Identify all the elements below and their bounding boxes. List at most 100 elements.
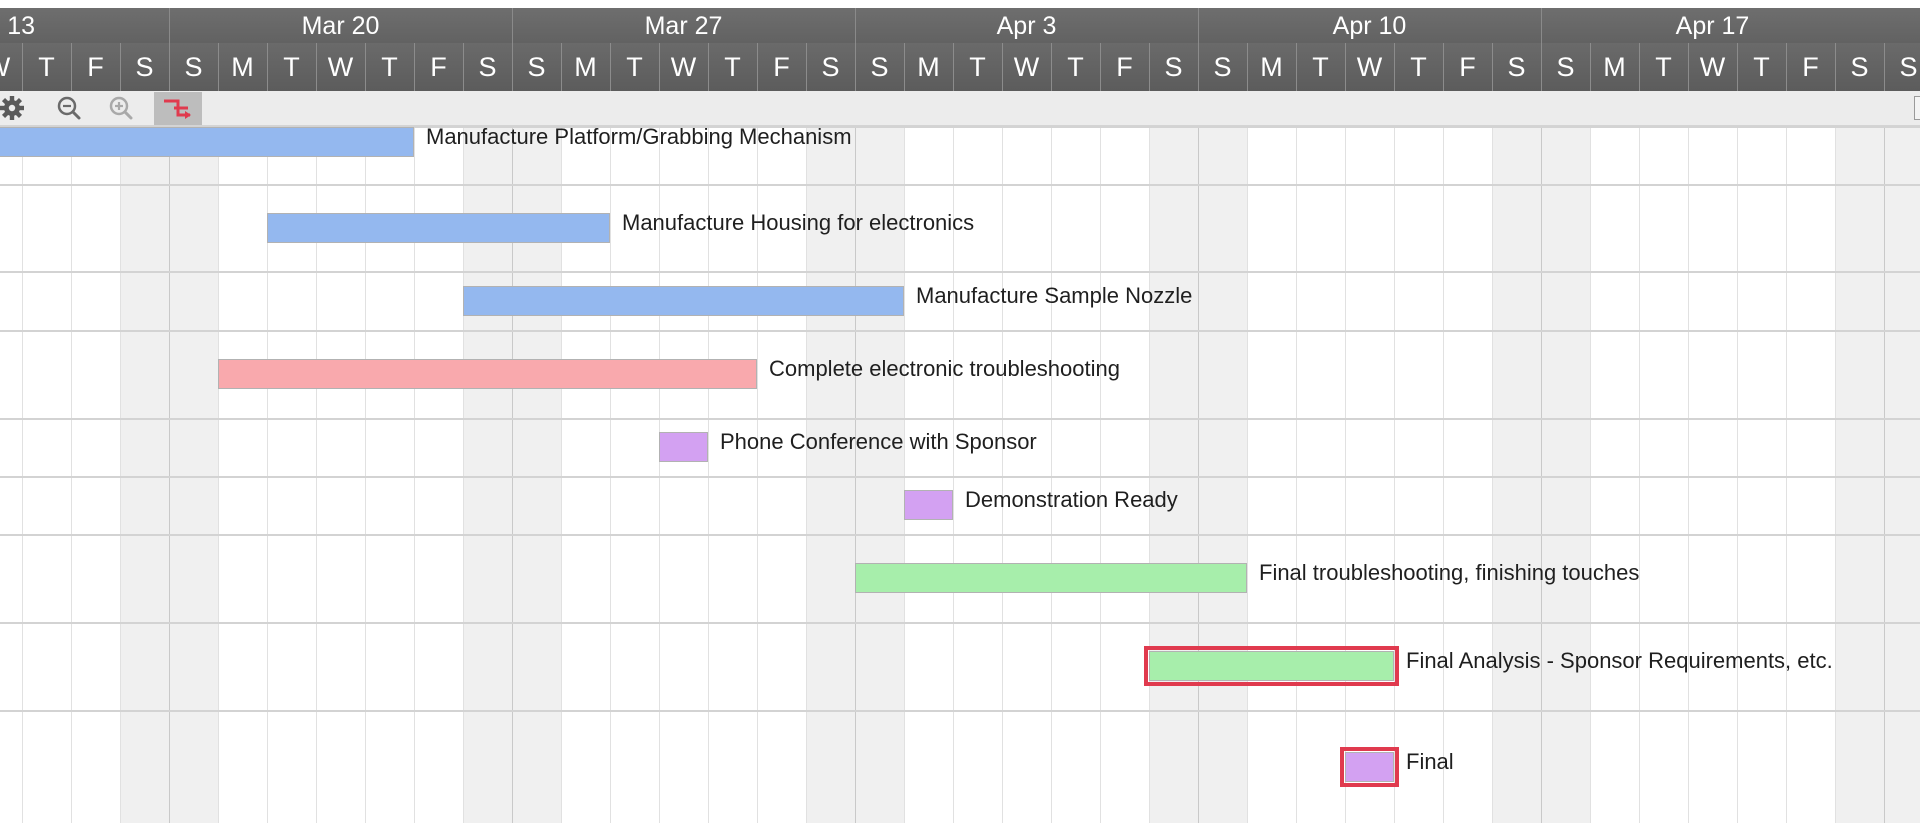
- milestone-bar[interactable]: [904, 490, 953, 520]
- day-label: T: [38, 52, 55, 82]
- week-separator: [855, 8, 856, 43]
- grid-row-line: [0, 476, 1920, 478]
- task-bar[interactable]: [1144, 646, 1399, 686]
- day-separator: [953, 43, 954, 91]
- day-label: S: [870, 52, 889, 82]
- week-label: Mar 20: [301, 12, 380, 40]
- task-label[interactable]: Demonstration Ready: [965, 487, 1178, 513]
- grid-row-line: [0, 622, 1920, 624]
- day-separator: [218, 43, 219, 91]
- week-separator: [169, 8, 170, 43]
- day-label: F: [430, 52, 447, 82]
- task-label[interactable]: Complete electronic troubleshooting: [769, 356, 1120, 382]
- task-label[interactable]: Final Analysis - Sponsor Requirements, e…: [1406, 648, 1833, 674]
- day-separator: [1541, 43, 1542, 91]
- week-label: Mar 27: [644, 12, 723, 40]
- weekend-column: [1198, 126, 1247, 823]
- week-separator: [1198, 8, 1199, 43]
- day-separator: [1492, 43, 1493, 91]
- day-separator: [1786, 43, 1787, 91]
- day-label: W: [327, 52, 354, 82]
- day-label: S: [821, 52, 840, 82]
- task-label[interactable]: Phone Conference with Sponsor: [720, 429, 1037, 455]
- day-label: M: [231, 52, 254, 82]
- weekend-column: [1492, 126, 1541, 823]
- grid-row-line: [0, 710, 1920, 712]
- grid-vertical-line: [1394, 126, 1395, 823]
- grid-vertical-line: [71, 126, 72, 823]
- day-separator: [1002, 43, 1003, 91]
- day-label: F: [773, 52, 790, 82]
- task-label[interactable]: Manufacture Housing for electronics: [622, 210, 974, 236]
- grid-vertical-line: [1541, 126, 1542, 823]
- grid-vertical-line: [1247, 126, 1248, 823]
- grid-vertical-line: [1051, 126, 1052, 823]
- day-label: T: [1410, 52, 1427, 82]
- day-label: M: [1260, 52, 1283, 82]
- day-label: T: [1067, 52, 1084, 82]
- week-separator: [512, 8, 513, 43]
- settings-button[interactable]: [0, 92, 38, 125]
- day-label: M: [574, 52, 597, 82]
- grid-vertical-line: [1443, 126, 1444, 823]
- day-label: T: [724, 52, 741, 82]
- task-bar[interactable]: [267, 213, 610, 243]
- task-bar[interactable]: [855, 563, 1247, 593]
- task-bar[interactable]: [218, 359, 757, 389]
- task-label[interactable]: Final troubleshooting, finishing touches: [1259, 560, 1639, 586]
- day-label: F: [1116, 52, 1133, 82]
- grid-vertical-line: [120, 126, 121, 823]
- grid-row-line: [0, 184, 1920, 186]
- grid-vertical-line: [1100, 126, 1101, 823]
- day-label: W: [0, 43, 22, 91]
- day-label: T: [1655, 52, 1672, 82]
- week-label: Apr 3: [996, 12, 1057, 40]
- zoom-out-button[interactable]: [46, 92, 94, 125]
- day-separator: [1296, 43, 1297, 91]
- day-separator: [1394, 43, 1395, 91]
- task-bar[interactable]: [463, 286, 904, 316]
- milestone-bar[interactable]: [1340, 747, 1399, 787]
- day-label: F: [1802, 52, 1819, 82]
- day-separator: [708, 43, 709, 91]
- zoom-in-button[interactable]: [98, 92, 146, 125]
- toolbar-scroll-handle[interactable]: [1914, 96, 1920, 120]
- day-separator: [1100, 43, 1101, 91]
- milestone-bar[interactable]: [659, 432, 708, 462]
- day-label: F: [87, 52, 104, 82]
- day-separator: [22, 43, 23, 91]
- grid-row-line: [0, 534, 1920, 536]
- day-label: S: [184, 52, 203, 82]
- weekend-column: [1835, 126, 1884, 823]
- gantt-toolbar: [0, 91, 1920, 126]
- day-label: S: [478, 52, 497, 82]
- grid-vertical-line: [22, 126, 23, 823]
- weekend-column: [1541, 126, 1590, 823]
- day-separator: [1835, 43, 1836, 91]
- week-label: r 13: [0, 12, 36, 40]
- dependency-toggle-button[interactable]: [154, 92, 202, 125]
- day-label: W: [1699, 52, 1726, 82]
- grid-vertical-line: [1296, 126, 1297, 823]
- task-bar[interactable]: [0, 127, 414, 157]
- day-label: T: [1312, 52, 1329, 82]
- week-label: Apr 10: [1332, 12, 1407, 40]
- weekend-column: [169, 126, 218, 823]
- grid-vertical-line: [1149, 126, 1150, 823]
- task-label[interactable]: Manufacture Sample Nozzle: [916, 283, 1192, 309]
- top-strip: [0, 0, 1920, 8]
- gantt-chart[interactable]: WTFSSMTWTFSSMTWTFSSMTWTFSSMTWTFSSMTWTFSS…: [0, 0, 1920, 823]
- grid-vertical-line: [218, 126, 219, 823]
- day-separator: [1345, 43, 1346, 91]
- grid-vertical-line: [1884, 126, 1885, 823]
- day-separator: [1884, 43, 1885, 91]
- gear-icon: [0, 96, 24, 120]
- task-label[interactable]: Manufacture Platform/Grabbing Mechanism: [426, 124, 852, 150]
- day-label: T: [1753, 52, 1770, 82]
- grid-row-line: [0, 330, 1920, 332]
- grid-vertical-line: [1639, 126, 1640, 823]
- day-separator: [316, 43, 317, 91]
- day-separator: [610, 43, 611, 91]
- task-label[interactable]: Final: [1406, 749, 1454, 775]
- day-separator: [71, 43, 72, 91]
